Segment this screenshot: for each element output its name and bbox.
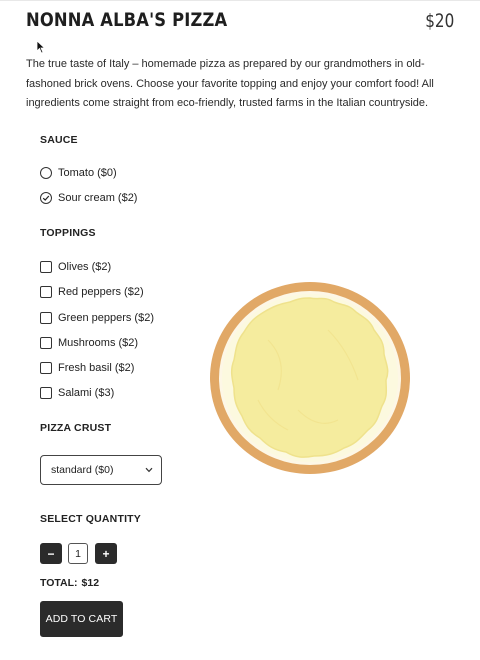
product-price: $20 bbox=[424, 10, 454, 32]
crust-select-value: standard ($0) bbox=[51, 464, 114, 476]
checkbox-red-peppers[interactable] bbox=[40, 286, 52, 298]
arrow-cursor-icon bbox=[36, 40, 46, 54]
pizza-preview-image bbox=[210, 282, 410, 474]
topping-red-peppers[interactable]: Red peppers ($2) bbox=[40, 286, 144, 298]
sauce-heading: SAUCE bbox=[40, 134, 78, 146]
product-title: NONNA ALBA'S PIZZA bbox=[26, 9, 228, 31]
add-to-cart-button[interactable]: ADD TO CART bbox=[40, 601, 123, 637]
topping-green-peppers[interactable]: Green peppers ($2) bbox=[40, 312, 154, 324]
checkmark-icon bbox=[42, 195, 50, 201]
toppings-heading: TOPPINGS bbox=[40, 227, 96, 239]
sauce-option-tomato[interactable]: Tomato ($0) bbox=[40, 167, 117, 179]
sauce-option-sour-cream[interactable]: Sour cream ($2) bbox=[40, 192, 137, 204]
topping-label: Salami ($3) bbox=[58, 387, 115, 399]
radio-tomato[interactable] bbox=[40, 167, 52, 179]
sauce-option-label: Tomato ($0) bbox=[58, 167, 117, 179]
topping-label: Mushrooms ($2) bbox=[58, 337, 139, 349]
checkbox-olives[interactable] bbox=[40, 261, 52, 273]
quantity-heading: SELECT QUANTITY bbox=[40, 513, 142, 525]
topping-label: Green peppers ($2) bbox=[58, 312, 154, 324]
topping-olives[interactable]: Olives ($2) bbox=[40, 261, 111, 273]
topping-label: Red peppers ($2) bbox=[58, 286, 144, 298]
checkbox-fresh-basil[interactable] bbox=[40, 362, 52, 374]
sauce-option-label: Sour cream ($2) bbox=[58, 192, 138, 204]
quantity-increase-button[interactable]: + bbox=[95, 543, 117, 564]
total-label: TOTAL: bbox=[40, 577, 78, 589]
quantity-field[interactable]: 1 bbox=[68, 543, 88, 564]
topping-mushrooms[interactable]: Mushrooms ($2) bbox=[40, 337, 138, 349]
quantity-decrease-button[interactable]: − bbox=[40, 543, 62, 564]
topping-label: Fresh basil ($2) bbox=[58, 362, 135, 374]
pizza-cheese bbox=[230, 297, 389, 458]
top-divider bbox=[0, 0, 480, 1]
total-value: $12 bbox=[81, 577, 100, 589]
order-total: TOTAL: $12 bbox=[40, 577, 99, 589]
crust-select[interactable]: standard ($0) bbox=[40, 455, 162, 485]
chevron-down-icon bbox=[145, 467, 153, 473]
checkbox-green-peppers[interactable] bbox=[40, 312, 52, 324]
checkbox-salami[interactable] bbox=[40, 387, 52, 399]
checkbox-mushrooms[interactable] bbox=[40, 337, 52, 349]
radio-sour-cream[interactable] bbox=[40, 192, 52, 204]
product-description: The true taste of Italy – homemade pizza… bbox=[26, 58, 434, 109]
crust-heading: PIZZA CRUST bbox=[40, 422, 112, 434]
topping-fresh-basil[interactable]: Fresh basil ($2) bbox=[40, 362, 134, 374]
topping-salami[interactable]: Salami ($3) bbox=[40, 387, 114, 399]
topping-label: Olives ($2) bbox=[58, 261, 112, 273]
